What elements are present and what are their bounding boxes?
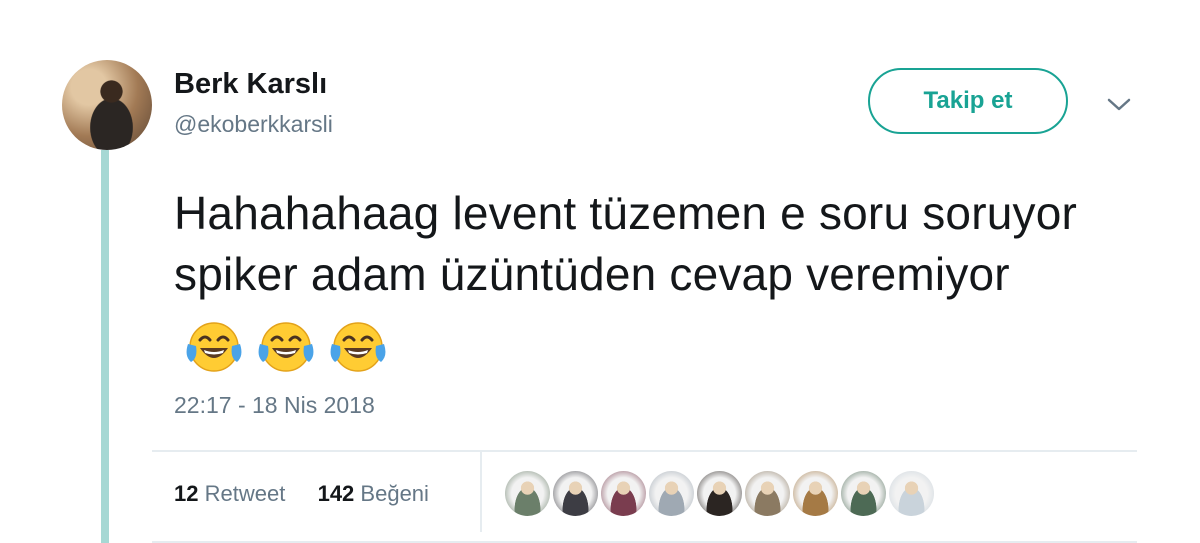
chevron-down-icon[interactable] — [1104, 92, 1134, 116]
liker-avatar[interactable] — [889, 471, 934, 516]
avatar[interactable] — [62, 60, 152, 150]
tears-of-joy-emoji-icon — [186, 322, 242, 372]
like-count: 142 — [317, 481, 355, 506]
liker-avatar[interactable] — [793, 471, 838, 516]
liker-avatar[interactable] — [553, 471, 598, 516]
tweet-timestamp[interactable]: 22:17 - 18 Nis 2018 — [174, 392, 375, 419]
like-stat[interactable]: 142 Beğeni — [318, 481, 429, 506]
tweet-text: Hahahahaag levent tüzemen e soru soruyor… — [174, 183, 1134, 376]
liker-avatar[interactable] — [841, 471, 886, 516]
retweet-stat[interactable]: 12 Retweet — [174, 481, 285, 506]
display-name[interactable]: Berk Karslı — [174, 68, 327, 101]
liker-avatar[interactable] — [505, 471, 550, 516]
stats-divider — [480, 452, 482, 532]
liker-avatar[interactable] — [601, 471, 646, 516]
user-handle[interactable]: @ekoberkkarsli — [174, 111, 333, 138]
retweet-count: 12 — [174, 481, 199, 506]
thread-line — [101, 150, 109, 543]
tweet-body: Hahahahaag levent tüzemen e soru soruyor… — [174, 187, 1078, 300]
like-label: Beğeni — [360, 481, 429, 506]
emoji-group — [182, 313, 398, 376]
retweet-label: Retweet — [204, 481, 286, 506]
liker-avatar[interactable] — [649, 471, 694, 516]
liker-avatar[interactable] — [697, 471, 742, 516]
tweet-stats: 12 Retweet 142 Beğeni — [174, 481, 429, 507]
tears-of-joy-emoji-icon — [258, 322, 314, 372]
liker-avatars — [505, 471, 934, 519]
tears-of-joy-emoji-icon — [330, 322, 386, 372]
follow-button[interactable]: Takip et — [868, 68, 1068, 134]
liker-avatar[interactable] — [745, 471, 790, 516]
divider-top — [152, 450, 1137, 452]
